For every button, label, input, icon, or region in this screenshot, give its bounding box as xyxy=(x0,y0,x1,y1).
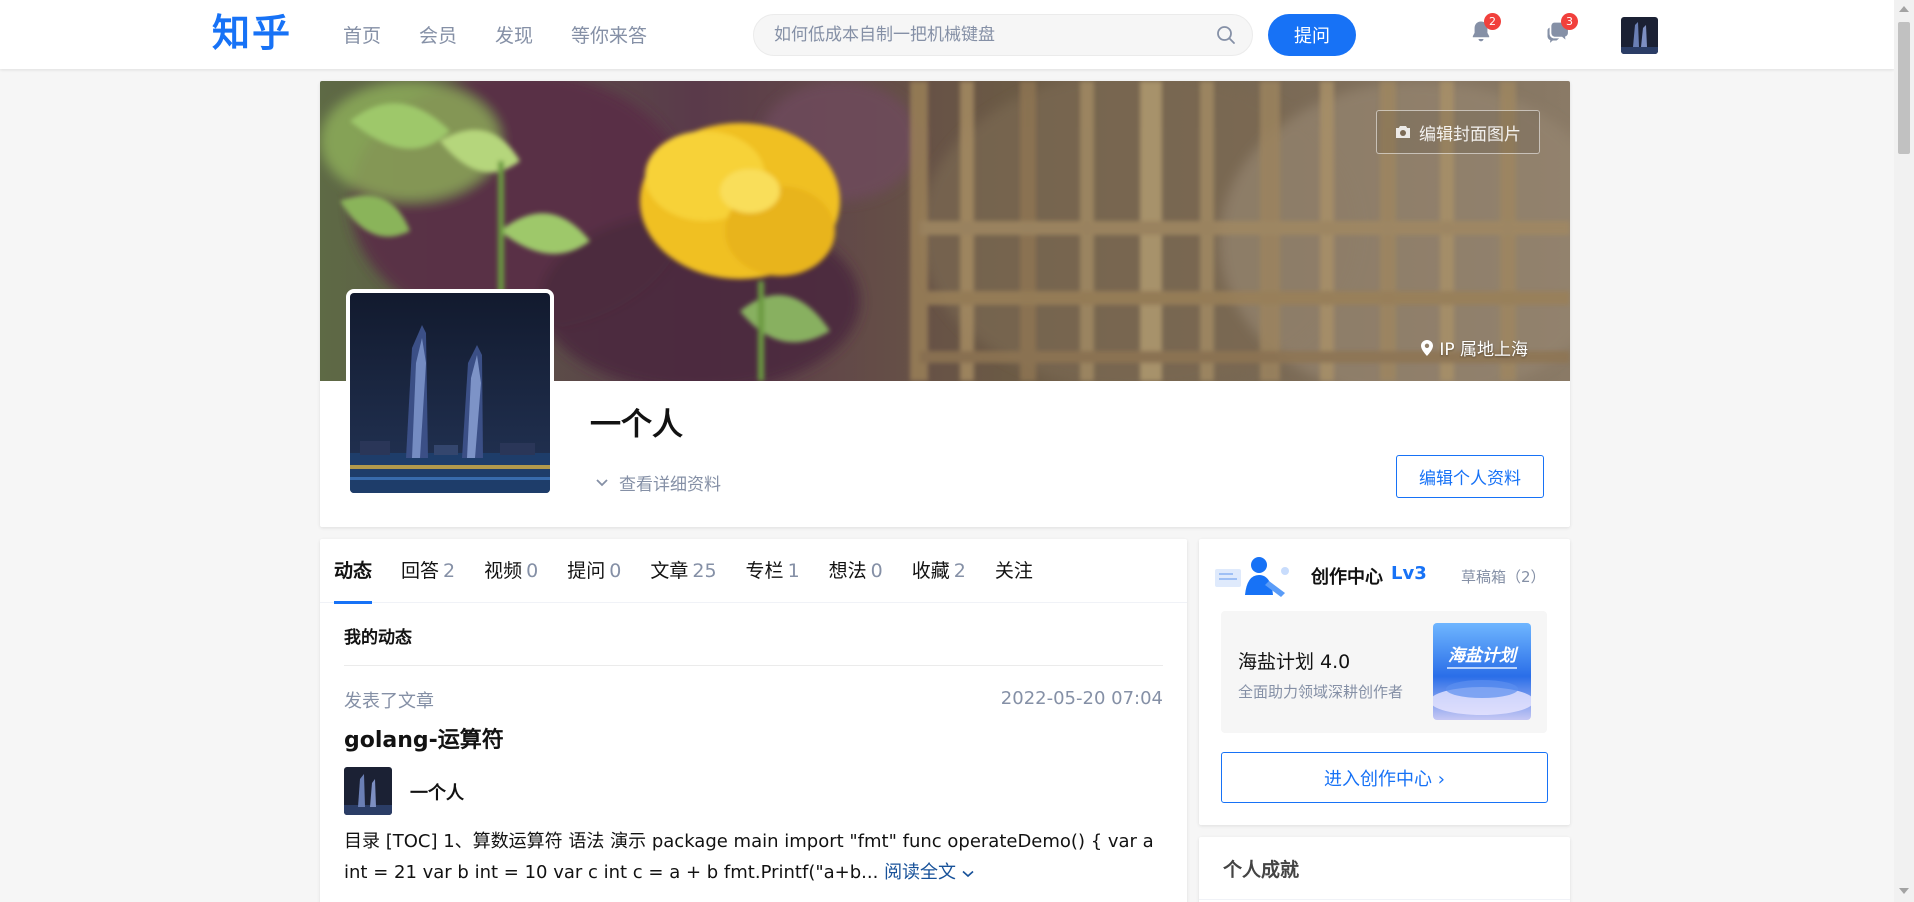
haiyan-plan-banner[interactable]: 海盐计划 4.0 全面助力领域深耕创作者 海盐计划 xyxy=(1221,611,1547,733)
camera-icon xyxy=(1396,126,1410,138)
enter-creator-center-button[interactable]: 进入创作中心 › xyxy=(1221,752,1548,803)
profile-tabs: 动态 回答 2 视频 0 提问 0 文章 25 专栏 1 想法 0 收藏 2 关注 xyxy=(320,539,1187,604)
zhihu-logo[interactable]: 知乎 xyxy=(212,10,292,56)
search-input[interactable] xyxy=(774,15,1194,55)
achievements-title: 个人成就 xyxy=(1223,859,1300,881)
location-pin-icon xyxy=(1421,339,1434,356)
profile-header-card: 编辑封面图片 IP 属地上海 一个人 查看详细资料 编辑个人资料 xyxy=(320,81,1570,527)
feed-excerpt: 目录 [TOC] 1、算数运算符 语法 演示 package main impo… xyxy=(344,826,1169,888)
tab-activity[interactable]: 动态 xyxy=(334,539,373,604)
chevron-down-icon xyxy=(596,478,608,486)
edit-cover-label: 编辑封面图片 xyxy=(1419,124,1521,145)
feed-timestamp: 2022-05-20 07:04 xyxy=(1000,688,1163,709)
chevron-right-icon: › xyxy=(1437,768,1445,790)
notifications-button[interactable]: 2 xyxy=(1467,13,1501,46)
creator-center-card: 创作中心 Lv3 草稿箱（2） 海盐计划 4.0 全面助力领域深耕创作者 海盐计… xyxy=(1199,539,1570,825)
tab-collections[interactable]: 收藏 2 xyxy=(912,539,966,603)
page-scrollbar[interactable] xyxy=(1894,0,1914,902)
feed-author-name[interactable]: 一个人 xyxy=(410,779,464,805)
chevron-down-icon xyxy=(962,870,974,878)
tab-videos[interactable]: 视频 0 xyxy=(484,539,538,603)
ask-question-button[interactable]: 提问 xyxy=(1268,14,1356,56)
haiyan-plan-image-text: 海盐计划 xyxy=(1448,646,1519,666)
edit-cover-button[interactable]: 编辑封面图片 xyxy=(1376,110,1540,154)
search-box xyxy=(753,14,1253,56)
creator-illustration xyxy=(1213,551,1293,601)
achievements-card: 个人成就 xyxy=(1199,837,1570,902)
notification-count-badge: 2 xyxy=(1484,13,1501,30)
nav-home[interactable]: 首页 xyxy=(343,21,381,48)
drafts-link[interactable]: 草稿箱（2） xyxy=(1461,566,1546,587)
tab-questions[interactable]: 提问 0 xyxy=(567,539,621,603)
message-count-badge: 3 xyxy=(1561,13,1578,30)
profile-name: 一个人 xyxy=(590,407,683,443)
nav-membership[interactable]: 会员 xyxy=(419,21,457,48)
feed-excerpt-text: 目录 [TOC] 1、算数运算符 语法 演示 package main impo… xyxy=(344,831,1154,883)
haiyan-plan-image: 海盐计划 xyxy=(1433,623,1531,720)
tab-answers[interactable]: 回答 2 xyxy=(401,539,455,603)
creator-level-badge: Lv3 xyxy=(1391,563,1427,584)
creator-center-title: 创作中心 xyxy=(1311,567,1383,588)
nav-discover[interactable]: 发现 xyxy=(495,21,533,48)
read-more-link[interactable]: 阅读全文 xyxy=(884,862,974,883)
profile-avatar[interactable] xyxy=(346,289,554,497)
feed-author-avatar[interactable] xyxy=(344,767,392,815)
ip-location: IP 属地上海 xyxy=(1421,335,1528,360)
user-avatar[interactable] xyxy=(1621,17,1658,54)
tab-articles[interactable]: 文章 25 xyxy=(650,539,716,603)
nav-waiting-answers[interactable]: 等你来答 xyxy=(571,21,647,48)
top-nav-bar: 知乎 首页 会员 发现 等你来答 提问 2 3 xyxy=(0,0,1894,69)
view-details-label: 查看详细资料 xyxy=(619,475,721,495)
profile-main-content: 动态 回答 2 视频 0 提问 0 文章 25 专栏 1 想法 0 收藏 2 关注 我的动态 … xyxy=(320,539,1187,902)
scrollbar-thumb[interactable] xyxy=(1898,22,1910,154)
view-details-link[interactable]: 查看详细资料 xyxy=(595,470,721,495)
ip-location-text: IP 属地上海 xyxy=(1439,340,1528,360)
tab-following[interactable]: 关注 xyxy=(995,539,1033,603)
section-divider xyxy=(344,665,1163,666)
scroll-up-arrow-icon[interactable] xyxy=(1899,6,1909,12)
feed-article-title[interactable]: golang-运算符 xyxy=(344,722,504,754)
messages-button[interactable]: 3 xyxy=(1544,13,1578,46)
haiyan-plan-title: 海盐计划 4.0 xyxy=(1238,651,1351,673)
section-title: 我的动态 xyxy=(344,628,412,648)
feed-action-text: 发表了文章 xyxy=(344,691,434,712)
search-icon[interactable] xyxy=(1216,25,1236,45)
main-nav: 首页 会员 发现 等你来答 xyxy=(343,0,647,69)
haiyan-plan-subtitle: 全面助力领域深耕创作者 xyxy=(1238,683,1404,701)
achievements-divider xyxy=(1199,899,1570,900)
edit-profile-button[interactable]: 编辑个人资料 xyxy=(1396,455,1544,498)
tab-pins[interactable]: 想法 0 xyxy=(829,539,883,603)
scroll-down-arrow-icon[interactable] xyxy=(1899,888,1909,894)
tab-columns[interactable]: 专栏 1 xyxy=(746,539,800,603)
